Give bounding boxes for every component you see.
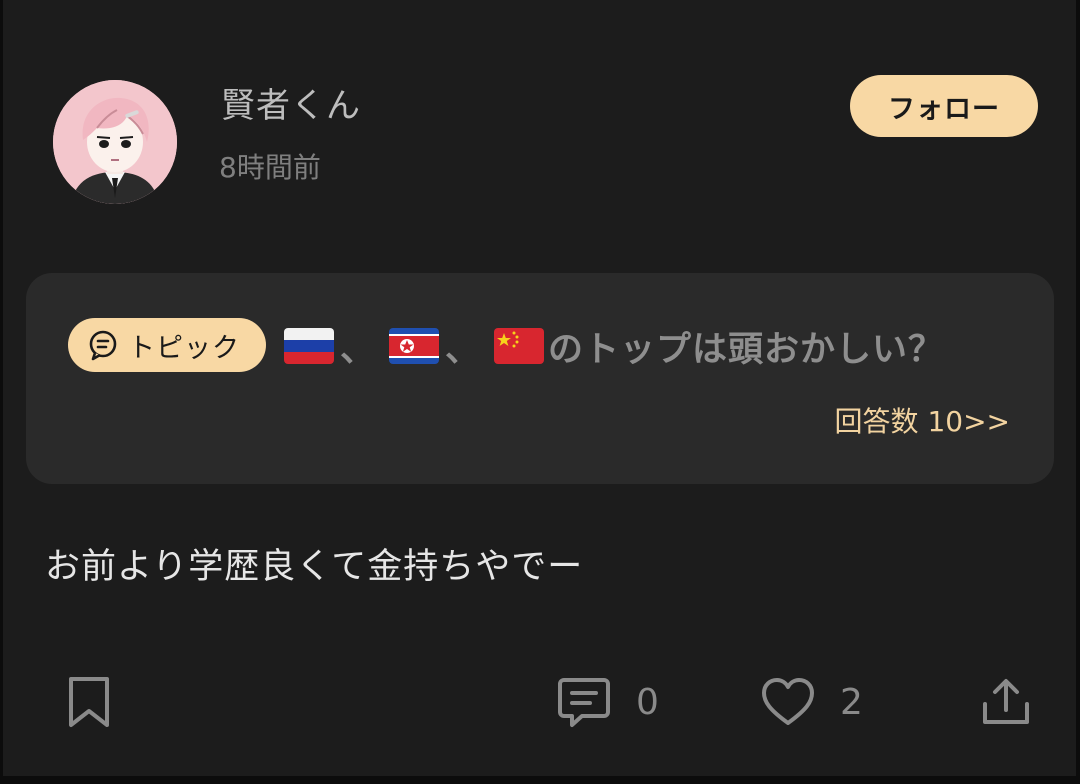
share-button[interactable] — [980, 676, 1032, 728]
post-card: 賢者くん 8時間前 フォロー トピック 、 、 のトップは頭おかしい？ 回答数 … — [0, 0, 1080, 784]
comment-count: 0 — [636, 681, 659, 723]
share-icon — [980, 676, 1032, 728]
left-edge — [0, 0, 3, 784]
topic-separator: 、 — [445, 329, 481, 370]
flag-north-korea-icon — [389, 328, 440, 364]
topic-chip[interactable]: トピック — [68, 318, 266, 372]
username[interactable]: 賢者くん — [221, 78, 361, 127]
heart-icon — [760, 676, 816, 728]
like-button[interactable]: 2 — [760, 676, 863, 728]
chat-bubble-icon — [86, 328, 120, 362]
topic-chip-label: トピック — [128, 332, 240, 364]
timestamp: 8時間前 — [219, 151, 321, 184]
bookmark-button[interactable] — [66, 675, 112, 729]
bookmark-icon — [66, 675, 112, 729]
bottom-edge — [0, 776, 1080, 784]
follow-button[interactable]: フォロー — [850, 75, 1038, 137]
comment-icon — [556, 674, 612, 730]
avatar-illustration — [53, 80, 177, 204]
topic-title-text: のトップは頭おかしい？ — [548, 329, 945, 370]
comment-button[interactable]: 0 — [556, 674, 659, 730]
right-edge — [1076, 0, 1080, 784]
flag-china-icon — [494, 328, 545, 364]
topic-card[interactable]: トピック 、 、 のトップは頭おかしい？ 回答数 10>> — [26, 273, 1054, 484]
answers-link[interactable]: 回答数 10>> — [835, 400, 1010, 440]
like-count: 2 — [840, 681, 863, 723]
post-body: お前より学歴良くて金持ちやでー — [45, 547, 584, 587]
topic-title[interactable]: 、 、 のトップは頭おかしい？ — [284, 319, 944, 373]
avatar[interactable] — [53, 80, 177, 204]
topic-separator: 、 — [340, 329, 376, 370]
flag-russia-icon — [284, 328, 334, 364]
